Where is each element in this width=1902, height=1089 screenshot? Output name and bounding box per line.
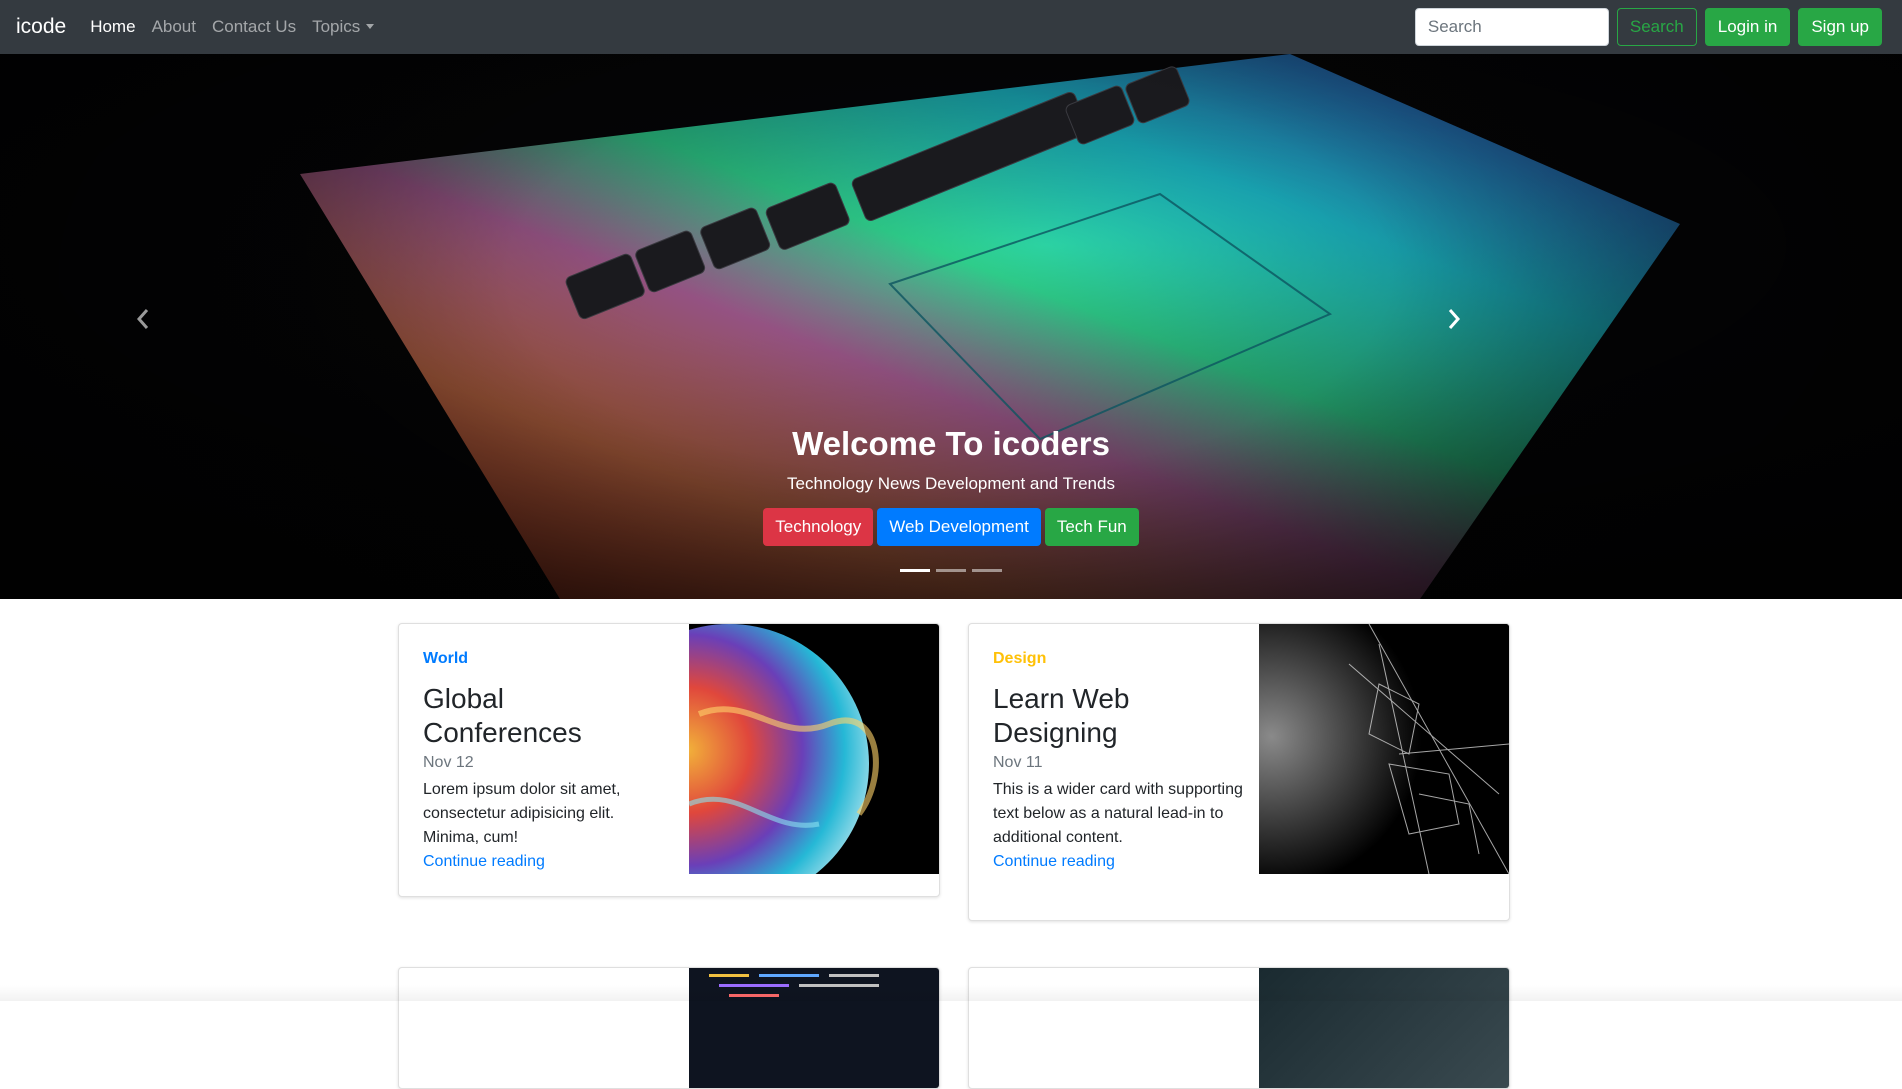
- continue-reading-link[interactable]: Continue reading: [993, 853, 1115, 870]
- navbar: icode Home About Contact Us Topics Searc…: [0, 0, 1902, 54]
- spider-web-image: [1259, 624, 1509, 874]
- card-body: Design Learn Web Designing Nov 11 This i…: [993, 650, 1243, 874]
- nav-link-about[interactable]: About: [152, 17, 196, 37]
- carousel-next-button[interactable]: [1439, 299, 1469, 339]
- carousel-indicator[interactable]: [900, 569, 930, 572]
- search-button[interactable]: Search: [1616, 8, 1697, 46]
- post-card-world: World Global Conferences Nov 12 Lorem ip…: [398, 623, 940, 897]
- hero-buttons: Technology Web Development Tech Fun: [0, 508, 1902, 546]
- hero-carousel: Welcome To icoders Technology News Devel…: [0, 54, 1902, 599]
- tech-fun-button[interactable]: Tech Fun: [1044, 508, 1139, 546]
- hero-title: Welcome To icoders: [792, 425, 1110, 462]
- login-button[interactable]: Login in: [1704, 8, 1791, 46]
- nav-link-contact[interactable]: Contact Us: [212, 17, 296, 37]
- card-category: Design: [993, 650, 1047, 667]
- hero-subtitle: Technology News Development and Trends: [787, 474, 1115, 493]
- carousel-indicator[interactable]: [936, 569, 966, 572]
- card-category: World: [423, 650, 469, 667]
- card-title-line: Global: [423, 683, 504, 714]
- planet-bubble-image: [689, 624, 939, 874]
- carousel-prev-button[interactable]: [128, 299, 158, 339]
- search-input[interactable]: [1414, 8, 1609, 46]
- post-card-design: Design Learn Web Designing Nov 11 This i…: [968, 623, 1510, 921]
- chevron-right-icon: [1448, 309, 1461, 329]
- nav-dropdown-topics[interactable]: Topics: [312, 17, 375, 37]
- carousel-indicator[interactable]: [972, 569, 1002, 572]
- brand-logo[interactable]: icode: [16, 15, 66, 39]
- continue-reading-link[interactable]: Continue reading: [423, 853, 545, 870]
- carousel-caption: Welcome To icoders Technology News Devel…: [0, 424, 1902, 546]
- nav-dropdown-topics-label: Topics: [312, 17, 361, 36]
- nav-link-home[interactable]: Home: [90, 17, 135, 37]
- card-text: Lorem ipsum dolor sit amet, consectetur …: [423, 781, 621, 846]
- card-body: World Global Conferences Nov 12 Lorem ip…: [423, 650, 673, 874]
- card-title: Global Conferences: [423, 682, 673, 750]
- scroll-shadow: [0, 985, 1902, 1001]
- card-date: Nov 11: [993, 754, 1043, 771]
- card-date: Nov 12: [423, 754, 474, 771]
- web-development-button[interactable]: Web Development: [877, 508, 1041, 546]
- technology-button[interactable]: Technology: [763, 508, 874, 546]
- search-form: Search Login in Sign up: [1414, 8, 1882, 46]
- card-title-line: Conferences: [423, 717, 582, 748]
- chevron-left-icon: [136, 309, 149, 329]
- card-title: Learn Web Designing: [993, 682, 1243, 750]
- card-title-line: Designing: [993, 717, 1118, 748]
- carousel-indicators: [0, 569, 1902, 572]
- caret-down-icon: [366, 24, 375, 29]
- card-text: This is a wider card with supporting tex…: [993, 781, 1243, 846]
- signup-button[interactable]: Sign up: [1798, 8, 1882, 46]
- card-title-line: Learn Web: [993, 683, 1130, 714]
